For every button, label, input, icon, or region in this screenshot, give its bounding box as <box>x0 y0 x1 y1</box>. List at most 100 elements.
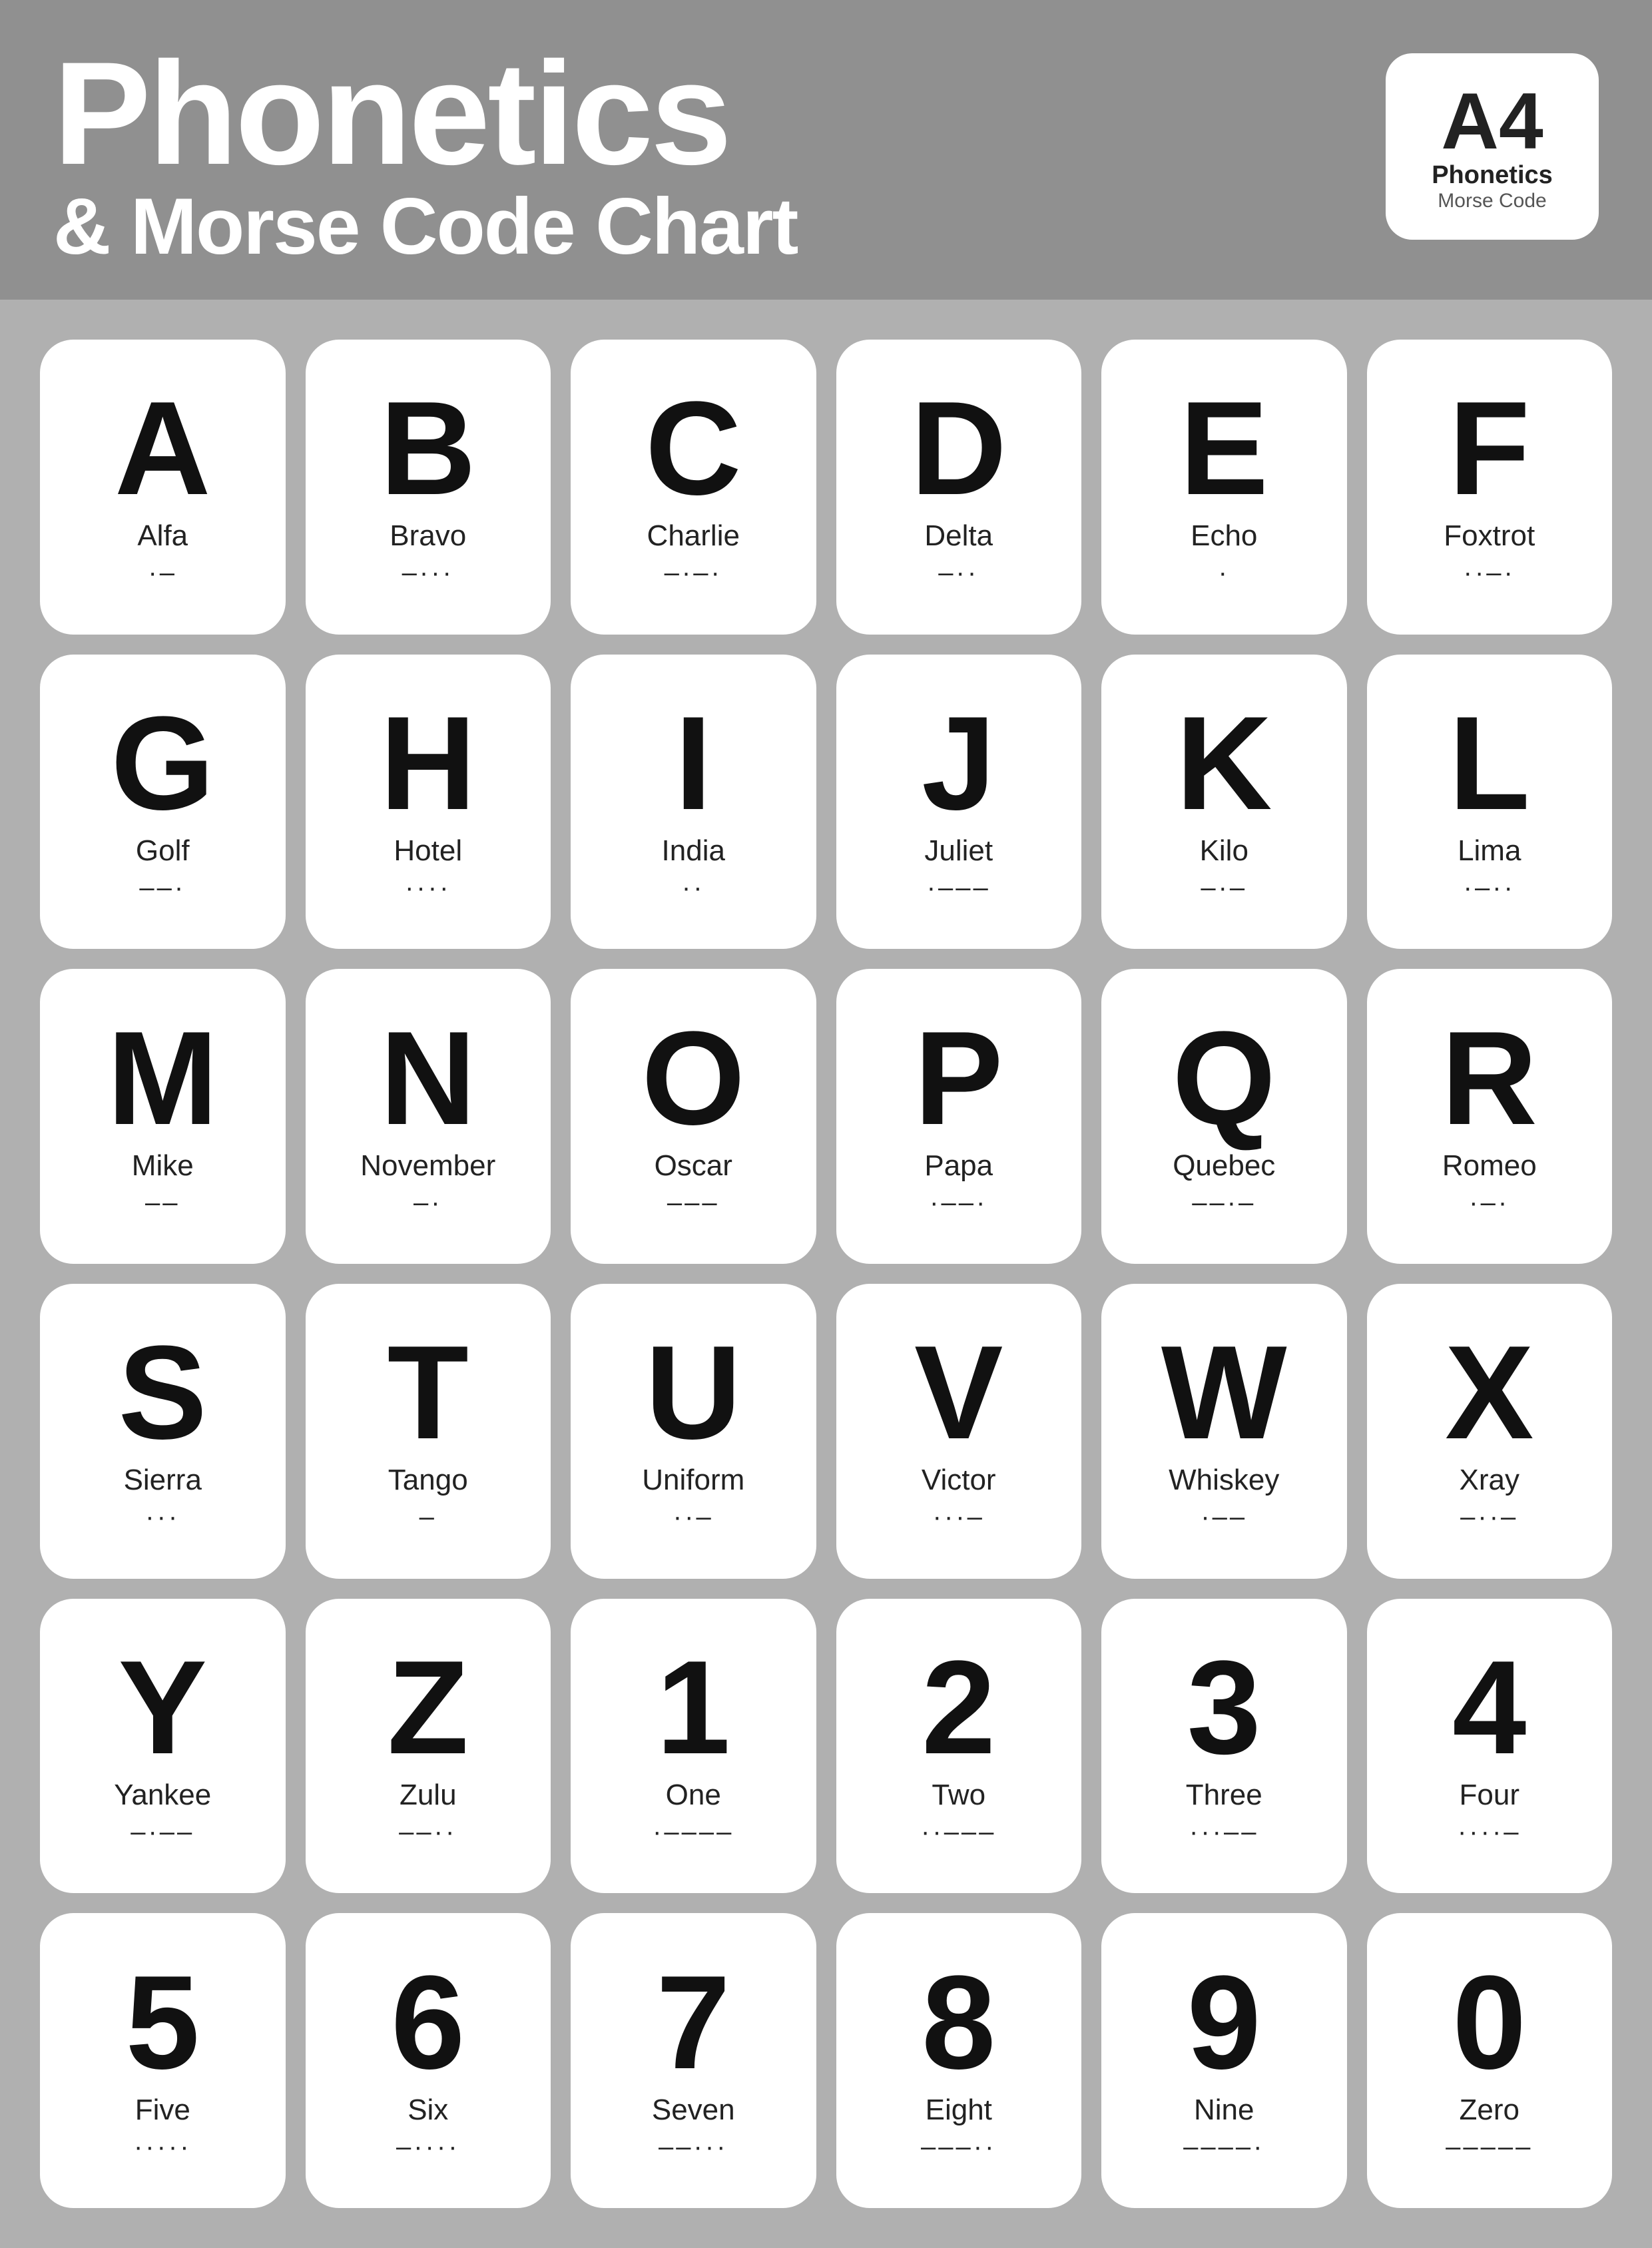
card-name: Three <box>1186 1779 1262 1812</box>
card-name: Golf <box>136 834 190 868</box>
phonetic-card: U Uniform ··– <box>571 1284 816 1579</box>
phonetic-card: 2Two··––– <box>836 1599 1082 1894</box>
phonetic-card: WWhiskey·–– <box>1101 1284 1347 1579</box>
card-name: Nine <box>1194 2094 1254 2127</box>
phonetic-card: TTango– <box>306 1284 551 1579</box>
phonetic-card: L Lima ·–·· <box>1367 655 1613 950</box>
card-morse: ·–· <box>1469 1188 1510 1218</box>
header: Phonetics & Morse Code Chart A4 Phonetic… <box>0 0 1652 300</box>
card-name: Delta <box>924 519 993 553</box>
card-name: Foxtrot <box>1444 519 1535 553</box>
card-name: Tango <box>388 1464 468 1497</box>
card-name: Echo <box>1191 519 1257 553</box>
card-morse: ··· <box>145 1502 180 1532</box>
card-morse: ––– <box>667 1188 720 1218</box>
phonetic-card: 7 Seven ––··· <box>571 1913 816 2208</box>
card-morse: ·–·· <box>1464 873 1515 903</box>
card-morse: –·–– <box>131 1817 194 1847</box>
phonetic-card: NNovember–· <box>306 969 551 1264</box>
card-name: Two <box>932 1779 985 1812</box>
card-letter: Z <box>388 1641 469 1775</box>
card-letter: 1 <box>657 1641 730 1775</box>
card-morse: ···–– <box>1189 1817 1258 1847</box>
card-letter: J <box>922 697 995 830</box>
sub-title: & Morse Code Chart <box>53 186 797 266</box>
phonetic-card: Q Quebec ––·– <box>1101 969 1347 1264</box>
card-morse: ––·– <box>1192 1188 1256 1218</box>
badge-a4: A4 <box>1441 81 1543 161</box>
card-morse: –···· <box>396 2132 460 2162</box>
header-title: Phonetics & Morse Code Chart <box>53 40 797 266</box>
card-name: Kilo <box>1200 834 1248 868</box>
card-morse: ––·· <box>399 1817 457 1847</box>
card-morse: ·––· <box>930 1188 987 1218</box>
card-name: Charlie <box>647 519 740 553</box>
card-letter: B <box>380 382 476 515</box>
card-letter: 7 <box>657 1956 730 2090</box>
card-morse: ···– <box>933 1502 985 1532</box>
card-name: Whiskey <box>1169 1464 1279 1497</box>
card-letter: 2 <box>922 1641 995 1775</box>
card-name: Sierra <box>124 1464 202 1497</box>
phonetic-card: S Sierra ··· <box>40 1284 286 1579</box>
phonetic-card: PPapa·––· <box>836 969 1082 1264</box>
card-name: Four <box>1460 1779 1519 1812</box>
card-name: Papa <box>924 1149 993 1183</box>
card-name: Uniform <box>642 1464 744 1497</box>
card-letter: M <box>107 1012 218 1145</box>
phonetic-card: EEcho· <box>1101 340 1347 635</box>
card-name: Bravo <box>390 519 466 553</box>
card-name: Hotel <box>394 834 462 868</box>
card-name: Yankee <box>114 1779 211 1812</box>
card-morse: ––· <box>139 873 186 903</box>
card-morse: –––·· <box>921 2132 996 2162</box>
card-name: Oscar <box>655 1149 732 1183</box>
phonetic-card: G Golf ––· <box>40 655 286 950</box>
card-name: Lima <box>1458 834 1521 868</box>
card-name: Six <box>408 2094 448 2127</box>
card-letter: S <box>119 1326 207 1460</box>
card-morse: ··– <box>673 1502 714 1532</box>
card-letter: C <box>645 382 741 515</box>
card-letter: 8 <box>922 1956 995 2090</box>
phonetic-card: CCharlie–·–· <box>571 340 816 635</box>
card-morse: ·–– <box>1201 1502 1247 1532</box>
card-name: One <box>666 1779 721 1812</box>
card-morse: ···· <box>405 873 451 903</box>
card-letter: A <box>115 382 210 515</box>
phonetic-card: HHotel···· <box>306 655 551 950</box>
card-morse: ·– <box>148 558 177 588</box>
card-name: Victor <box>922 1464 996 1497</box>
header-badge: A4 Phonetics Morse Code <box>1386 53 1599 240</box>
phonetic-card: 0Zero––––– <box>1367 1913 1613 2208</box>
card-letter: D <box>911 382 1007 515</box>
card-morse: – <box>419 1502 437 1532</box>
phonetic-card: Y Yankee –·–– <box>40 1599 286 1894</box>
card-letter: N <box>380 1012 476 1145</box>
phonetic-card: FFoxtrot··–· <box>1367 340 1613 635</box>
card-letter: Q <box>1172 1012 1276 1145</box>
card-letter: 6 <box>391 1956 465 2090</box>
card-morse: ·––– <box>927 873 991 903</box>
card-name: Eight <box>926 2094 992 2127</box>
card-morse: ––··· <box>659 2132 728 2162</box>
card-name: Quebec <box>1173 1149 1275 1183</box>
card-letter: 3 <box>1187 1641 1261 1775</box>
card-letter: Y <box>119 1641 207 1775</box>
card-name: Juliet <box>924 834 993 868</box>
card-morse: ····· <box>134 2132 192 2162</box>
card-letter: L <box>1449 697 1530 830</box>
card-letter: G <box>111 697 214 830</box>
card-name: India <box>662 834 725 868</box>
card-morse: –·· <box>938 558 979 588</box>
phonetics-grid: AAlfa·–BBravo–···CCharlie–·–·DDelta–··EE… <box>0 300 1652 2248</box>
card-name: Seven <box>652 2094 735 2127</box>
phonetic-card: D Delta –·· <box>836 340 1082 635</box>
phonetic-card: 4Four····– <box>1367 1599 1613 1894</box>
card-morse: · <box>1219 558 1230 588</box>
phonetic-card: OOscar––– <box>571 969 816 1264</box>
card-morse: ·–––– <box>653 1817 734 1847</box>
phonetic-card: MMike–– <box>40 969 286 1264</box>
card-letter: U <box>645 1326 741 1460</box>
phonetic-card: XXray–··– <box>1367 1284 1613 1579</box>
